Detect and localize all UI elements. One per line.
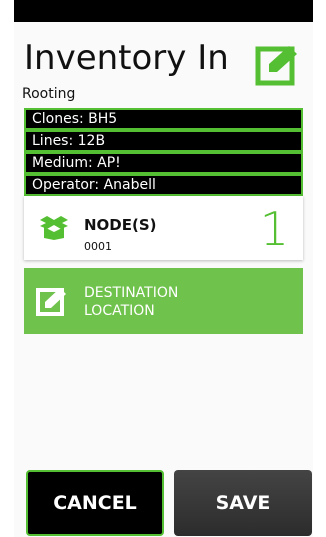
info-medium: Medium: AP! xyxy=(24,152,303,174)
cancel-button[interactable]: CANCEL xyxy=(26,470,164,536)
info-lines: Lines: 12B xyxy=(24,130,303,152)
node-id: 0001 xyxy=(84,240,112,253)
node-card[interactable]: NODE(S) 0001 1 xyxy=(24,196,303,260)
header: Inventory In xyxy=(24,36,303,86)
destination-label: DESTINATION LOCATION xyxy=(84,285,179,319)
node-label: NODE(S) xyxy=(84,216,157,234)
box-icon xyxy=(40,216,68,240)
destination-location-button[interactable]: DESTINATION LOCATION xyxy=(24,268,303,334)
status-bar xyxy=(14,0,313,22)
page-subtitle: Rooting xyxy=(22,86,76,102)
screen-content: Inventory In Rooting Clones: BH5 Lines: … xyxy=(14,22,313,537)
info-operator: Operator: Anabell xyxy=(24,174,303,196)
node-count: 1 xyxy=(259,202,289,256)
left-margin xyxy=(0,0,14,537)
edit-check-icon[interactable] xyxy=(255,40,303,88)
page-title: Inventory In xyxy=(24,38,229,78)
edit-check-icon xyxy=(36,288,66,316)
save-button[interactable]: SAVE xyxy=(174,470,312,536)
info-clones: Clones: BH5 xyxy=(24,108,303,130)
right-margin xyxy=(312,0,326,537)
